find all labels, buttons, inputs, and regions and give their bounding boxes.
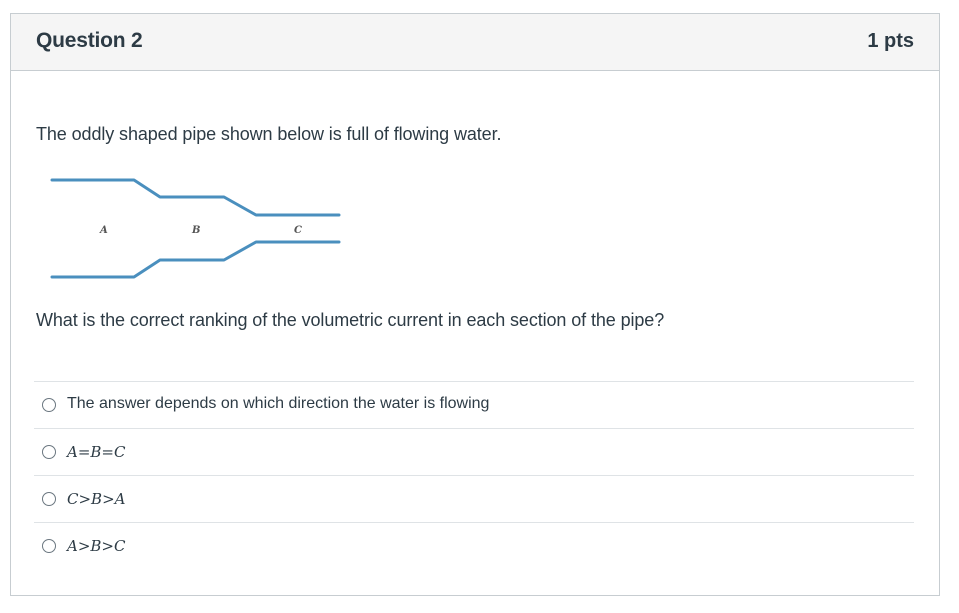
answer-option[interactable]: C>B>A (34, 476, 914, 523)
question-intro-text: The oddly shaped pipe shown below is ful… (36, 124, 502, 144)
radio-button[interactable] (42, 398, 56, 412)
answer-label: The answer depends on which direction th… (67, 395, 490, 412)
pipe-bottom-wall (50, 240, 341, 279)
answer-label: A=B=C (67, 443, 126, 461)
section-label-b: B (191, 225, 200, 236)
radio-button[interactable] (42, 539, 56, 553)
question-prompt-text: What is the correct ranking of the volum… (36, 310, 665, 330)
question-header: Question 2 1 pts (11, 14, 939, 71)
answer-label: A>B>C (67, 537, 126, 555)
pipe-diagram: A B C (50, 178, 341, 279)
answer-list: The answer depends on which direction th… (34, 381, 914, 570)
answer-option[interactable]: The answer depends on which direction th… (34, 382, 914, 429)
section-label-a: A (99, 225, 108, 236)
section-label-c: C (294, 225, 302, 236)
question-points: 1 pts (867, 30, 914, 52)
question-title: Question 2 (36, 29, 143, 52)
pipe-top-wall (50, 178, 341, 217)
answer-option[interactable]: A>B>C (34, 523, 914, 570)
radio-button[interactable] (42, 445, 56, 459)
radio-button[interactable] (42, 492, 56, 506)
answer-label: C>B>A (67, 490, 126, 508)
answer-option[interactable]: A=B=C (34, 429, 914, 476)
